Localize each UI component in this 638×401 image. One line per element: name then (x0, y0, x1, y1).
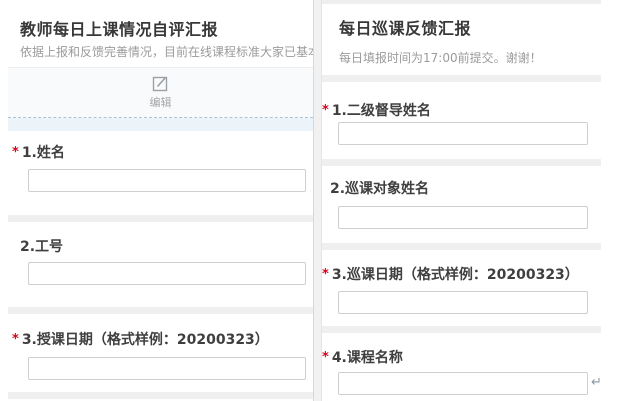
required-asterisk: * (322, 350, 329, 365)
left-question-3-label: *3.授课日期（格式样例：20200323） (12, 329, 269, 349)
required-asterisk: * (322, 267, 329, 282)
panel-gap-divider (313, 0, 322, 401)
left-question-1-label: *1.姓名 (12, 142, 65, 162)
drop-highlight-strip (8, 118, 313, 131)
left-employee-id-input[interactable] (28, 262, 306, 285)
top-separator-band (322, 0, 601, 4)
teacher-self-report-form-panel: 教师每日上课情况自评汇报 依据上报和反馈完善情况，目前在线课程标准大家已基本..… (8, 0, 313, 401)
right-question-4-label: *4.课程名称 (322, 347, 403, 367)
separator (8, 215, 313, 222)
left-teaching-date-input[interactable] (28, 357, 306, 380)
right-question-2-label: 2.巡课对象姓名 (330, 178, 429, 198)
left-name-input[interactable] (28, 169, 306, 192)
separator (8, 307, 313, 314)
right-question-3-label: *3.巡课日期（格式样例：20200323） (322, 264, 579, 284)
right-supervisor-name-input[interactable] (338, 122, 588, 145)
right-patrol-target-name-input[interactable] (338, 206, 588, 229)
edit-button-label: 编辑 (150, 94, 172, 110)
required-asterisk: * (322, 103, 329, 118)
separator (8, 392, 313, 399)
left-form-description: 依据上报和反馈完善情况，目前在线课程标准大家已基本... (20, 43, 331, 60)
required-asterisk: * (12, 332, 19, 347)
patrol-feedback-form-panel: 每日巡课反馈汇报 每日填报时间为17:00前提交。谢谢！ *1.二级督导姓名 2… (322, 0, 638, 401)
required-asterisk: * (12, 145, 19, 160)
right-form-description: 每日填报时间为17:00前提交。谢谢！ (339, 49, 542, 66)
separator (322, 75, 601, 82)
return-arrow-marker: ↵ (591, 375, 602, 390)
screen: 教师每日上课情况自评汇报 依据上报和反馈完善情况，目前在线课程标准大家已基本..… (0, 0, 638, 401)
separator (322, 243, 601, 250)
separator (322, 159, 601, 166)
right-question-1-label: *1.二级督导姓名 (322, 100, 431, 120)
edit-button[interactable]: 编辑 (8, 67, 313, 117)
right-patrol-date-input[interactable] (338, 291, 588, 314)
left-form-title: 教师每日上课情况自评汇报 (20, 16, 218, 40)
right-form-title: 每日巡课反馈汇报 (339, 15, 471, 39)
right-course-name-input[interactable] (338, 372, 588, 395)
separator (322, 326, 601, 333)
left-question-2-label: 2.工号 (20, 236, 63, 256)
edit-pencil-icon (152, 75, 169, 92)
